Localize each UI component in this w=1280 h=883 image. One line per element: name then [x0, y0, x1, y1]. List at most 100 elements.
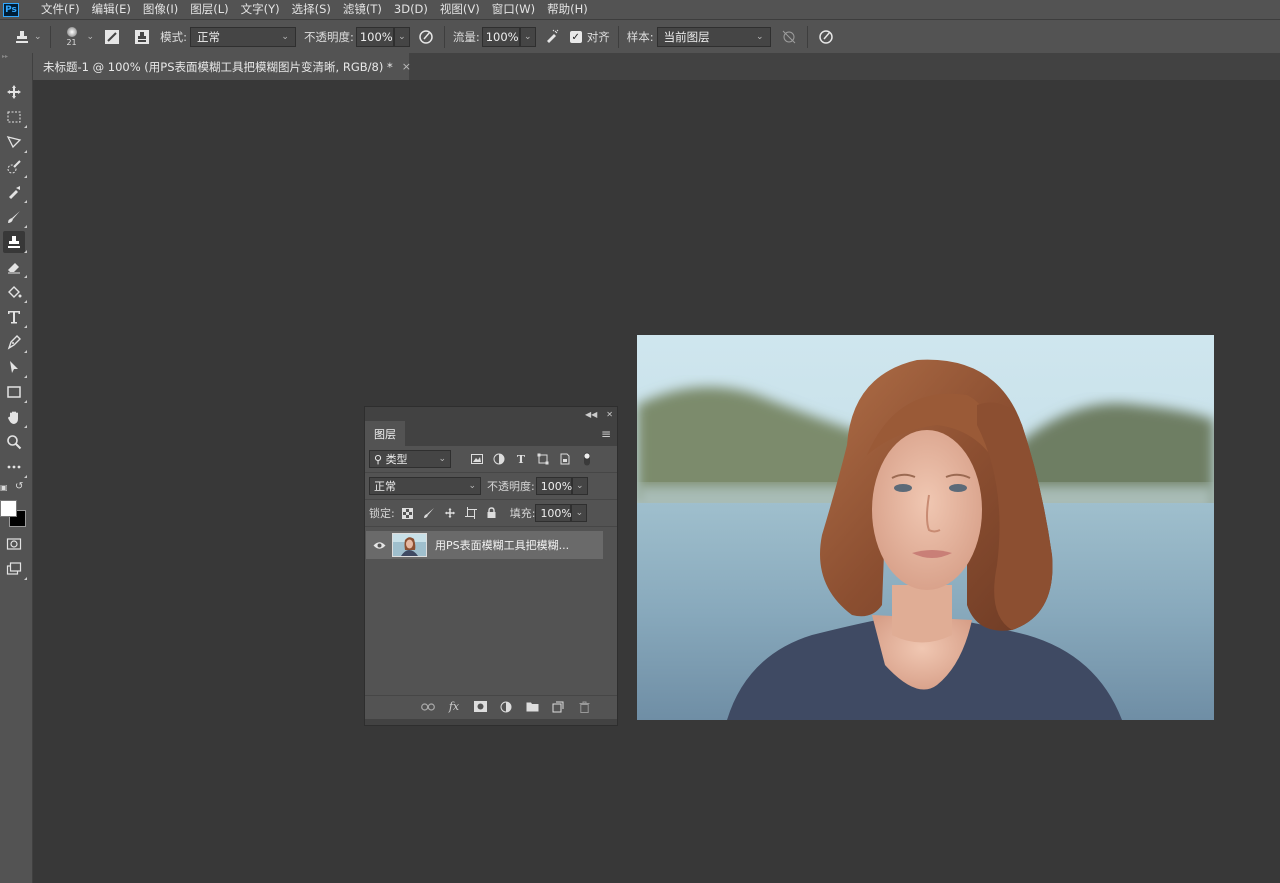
- swap-colors-icon[interactable]: ↺: [15, 481, 23, 492]
- menu-edit[interactable]: 编辑(E): [86, 0, 137, 19]
- lock-all-icon[interactable]: [484, 505, 500, 521]
- lock-position-icon[interactable]: [442, 505, 458, 521]
- close-panel-icon[interactable]: ✕: [606, 410, 613, 419]
- flow-field[interactable]: 100%: [481, 27, 520, 47]
- filter-type-icon[interactable]: T: [513, 451, 529, 467]
- eyedropper-icon[interactable]: [3, 181, 27, 203]
- hand-icon[interactable]: [3, 406, 27, 428]
- opacity-field[interactable]: 100%: [355, 27, 394, 47]
- quick-select-icon[interactable]: [3, 156, 27, 178]
- brush-icon[interactable]: [3, 206, 27, 228]
- new-group-icon[interactable]: [525, 700, 539, 714]
- menu-type[interactable]: 文字(Y): [235, 0, 286, 19]
- filter-pixel-icon[interactable]: [469, 451, 485, 467]
- airbrush-icon[interactable]: [542, 27, 562, 47]
- align-checkbox[interactable]: ✓: [569, 31, 582, 43]
- opacity-dropdown[interactable]: ⌄: [393, 27, 410, 47]
- sample-label: 样本:: [626, 30, 654, 44]
- menu-filter[interactable]: 滤镜(T): [337, 0, 388, 19]
- menu-window[interactable]: 窗口(W): [486, 0, 541, 19]
- align-label: 对齐: [586, 30, 610, 44]
- filter-toggle-icon[interactable]: [579, 451, 595, 467]
- tab-layers[interactable]: 图层: [365, 421, 405, 446]
- pressure-opacity-icon[interactable]: [416, 27, 436, 47]
- add-mask-icon[interactable]: [473, 700, 487, 714]
- eraser-icon[interactable]: [3, 256, 27, 278]
- pen-icon[interactable]: [3, 331, 27, 353]
- menu-3d[interactable]: 3D(D): [388, 0, 434, 19]
- quick-mask-icon[interactable]: [3, 533, 25, 555]
- lock-artboard-icon[interactable]: [463, 505, 479, 521]
- move-icon[interactable]: [3, 81, 25, 103]
- panel-resize-handle[interactable]: [365, 719, 617, 725]
- layer-row[interactable]: 用PS表面模糊工具把模糊...: [366, 531, 603, 559]
- blend-mode-dropdown[interactable]: 正常 ⌄: [369, 477, 481, 495]
- lasso-icon[interactable]: [3, 131, 27, 153]
- menu-image[interactable]: 图像(I): [137, 0, 184, 19]
- app-logo[interactable]: Ps: [3, 2, 19, 17]
- menu-view[interactable]: 视图(V): [434, 0, 486, 19]
- rectangle-icon[interactable]: [3, 381, 27, 403]
- link-layers-icon[interactable]: [421, 700, 435, 714]
- brush-preset-picker[interactable]: 21: [59, 22, 85, 52]
- sample-value: 当前图层: [663, 30, 710, 44]
- layer-name: 用PS表面模糊工具把模糊...: [435, 539, 570, 552]
- menu-file[interactable]: 文件(F): [35, 0, 86, 19]
- fill-dropdown[interactable]: ⌄: [571, 504, 588, 522]
- fx-icon[interactable]: fx: [447, 700, 461, 714]
- path-select-icon[interactable]: [3, 356, 27, 378]
- layer-opacity-label: 不透明度:: [487, 480, 535, 493]
- layer-opacity-field[interactable]: 100%: [535, 477, 573, 495]
- layers-panel: ◀◀ ✕ 图层 ≡ ⚲ 类型 ⌄ T 正常 ⌄ 不透明度: 100% ⌄ 锁定:…: [364, 406, 618, 726]
- default-colors-icon[interactable]: ▣: [0, 483, 8, 492]
- marquee-icon[interactable]: [3, 106, 27, 128]
- layer-opacity-dropdown[interactable]: ⌄: [571, 477, 588, 495]
- zoom-icon[interactable]: [3, 431, 25, 453]
- eye-icon[interactable]: [366, 541, 392, 550]
- preset-chevron-icon[interactable]: ⌄: [34, 32, 42, 42]
- paint-bucket-icon[interactable]: [3, 281, 27, 303]
- flow-label: 流量:: [452, 30, 480, 44]
- dropdown-arrow-icon: ⌄: [398, 32, 406, 42]
- lock-transparent-icon[interactable]: [400, 505, 416, 521]
- filter-smart-object-icon[interactable]: [557, 451, 573, 467]
- filter-kind-dropdown[interactable]: ⚲ 类型 ⌄: [369, 450, 451, 468]
- ignore-adjustment-icon[interactable]: [779, 27, 799, 47]
- fill-field[interactable]: 100%: [535, 504, 572, 522]
- brush-settings-icon[interactable]: [102, 27, 122, 47]
- clone-stamp-preset-icon[interactable]: [12, 27, 32, 47]
- type-icon[interactable]: [3, 306, 27, 328]
- clone-source-icon[interactable]: [132, 27, 152, 47]
- menu-help[interactable]: 帮助(H): [541, 0, 594, 19]
- panel-menu-icon[interactable]: ≡: [601, 427, 611, 441]
- mode-dropdown[interactable]: 正常 ⌄: [189, 27, 296, 47]
- filter-shape-icon[interactable]: [535, 451, 551, 467]
- delete-layer-icon[interactable]: [577, 700, 591, 714]
- new-layer-icon[interactable]: [551, 700, 565, 714]
- document-tab-bar: 未标题-1 @ 100% (用PS表面模糊工具把模糊图片变清晰, RGB/8) …: [33, 53, 1280, 80]
- dropdown-arrow-icon: ⌄: [438, 454, 446, 464]
- menu-layer[interactable]: 图层(L): [184, 0, 234, 19]
- clone-stamp-icon[interactable]: [3, 231, 27, 253]
- brush-chevron-icon[interactable]: ⌄: [87, 32, 95, 42]
- collapse-panel-icon[interactable]: ◀◀: [585, 410, 597, 419]
- close-tab-icon[interactable]: ×: [402, 60, 411, 73]
- foreground-color-swatch[interactable]: [0, 500, 17, 517]
- layer-filter-row: ⚲ 类型 ⌄ T: [365, 446, 617, 473]
- pressure-size-icon[interactable]: [816, 27, 836, 47]
- more-tools-icon[interactable]: [3, 456, 27, 478]
- sample-dropdown[interactable]: 当前图层 ⌄: [656, 27, 771, 47]
- screen-mode-icon[interactable]: [3, 558, 27, 580]
- document-canvas-image[interactable]: [637, 335, 1214, 720]
- flow-dropdown[interactable]: ⌄: [519, 27, 536, 47]
- layer-opacity-value: 100%: [540, 479, 573, 493]
- blend-row: 正常 ⌄ 不透明度: 100% ⌄: [365, 473, 617, 500]
- menu-select[interactable]: 选择(S): [286, 0, 337, 19]
- lock-pixels-icon[interactable]: [421, 505, 437, 521]
- document-tab[interactable]: 未标题-1 @ 100% (用PS表面模糊工具把模糊图片变清晰, RGB/8) …: [33, 53, 411, 80]
- dropdown-arrow-icon: ⌄: [523, 32, 532, 42]
- filter-adjustment-icon[interactable]: [491, 451, 507, 467]
- dropdown-arrow-icon: ⌄: [468, 481, 476, 491]
- adjustment-layer-icon[interactable]: [499, 700, 513, 714]
- panel-grip-icon[interactable]: ▸▸: [0, 53, 32, 63]
